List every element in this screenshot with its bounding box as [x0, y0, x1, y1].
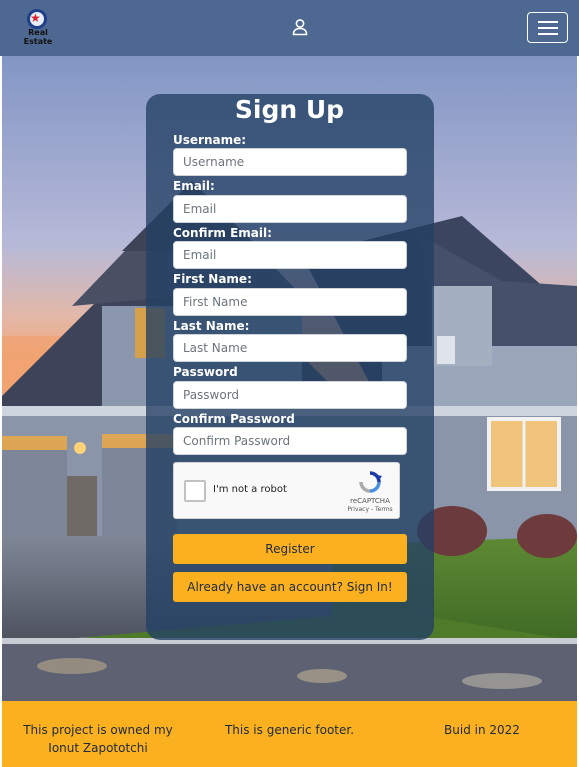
recaptcha-checkbox[interactable]	[184, 480, 206, 502]
recaptcha-links[interactable]: Privacy - Terms	[344, 506, 396, 513]
hamburger-line	[538, 33, 558, 35]
user-icon[interactable]	[291, 18, 309, 36]
hamburger-line	[538, 27, 558, 29]
top-navbar: ★ Real Estate	[0, 0, 579, 56]
email-label: Email:	[173, 179, 215, 193]
recaptcha-brand: reCAPTCHA	[350, 497, 390, 505]
recaptcha-logo-icon	[359, 471, 382, 493]
logo-text-line2: Estate	[23, 37, 53, 46]
confirm-email-label: Confirm Email:	[173, 226, 272, 240]
confirm-password-input[interactable]	[173, 427, 407, 455]
hamburger-menu-button[interactable]	[527, 12, 568, 43]
sign-in-link-button[interactable]: Already have an account? Sign In!	[173, 572, 407, 602]
footer-owner-text: This project is owned my Ionut Zapototch…	[22, 721, 174, 757]
password-input[interactable]	[173, 381, 407, 409]
footer: This project is owned my Ionut Zapototch…	[2, 701, 577, 767]
register-button[interactable]: Register	[173, 534, 407, 564]
confirm-password-label: Confirm Password	[173, 412, 295, 426]
first-name-input[interactable]	[173, 288, 407, 316]
logo-star-icon: ★	[30, 11, 41, 25]
password-label: Password	[173, 365, 238, 379]
confirm-email-input[interactable]	[173, 241, 407, 269]
email-input[interactable]	[173, 195, 407, 223]
signup-title: Sign Up	[234, 95, 345, 124]
username-input[interactable]	[173, 148, 407, 176]
logo-text-line1: Real	[28, 28, 48, 37]
hamburger-line	[538, 21, 558, 23]
footer-owner-line1: This project is owned my	[23, 723, 173, 737]
footer-owner-line2: Ionut Zapototchi	[48, 741, 148, 755]
last-name-input[interactable]	[173, 334, 407, 362]
footer-generic-text: This is generic footer.	[224, 723, 355, 737]
last-name-label: Last Name:	[173, 319, 250, 333]
first-name-label: First Name:	[173, 272, 252, 286]
recaptcha-widget: I'm not a robot reCAPTCHA Privacy - Term…	[173, 462, 400, 519]
recaptcha-label: I'm not a robot	[213, 484, 287, 495]
logo-text: Real Estate	[18, 28, 58, 46]
footer-build-text: Buid in 2022	[444, 723, 520, 737]
username-label: Username:	[173, 133, 247, 147]
real-estate-logo[interactable]: ★ Real Estate	[18, 8, 58, 46]
